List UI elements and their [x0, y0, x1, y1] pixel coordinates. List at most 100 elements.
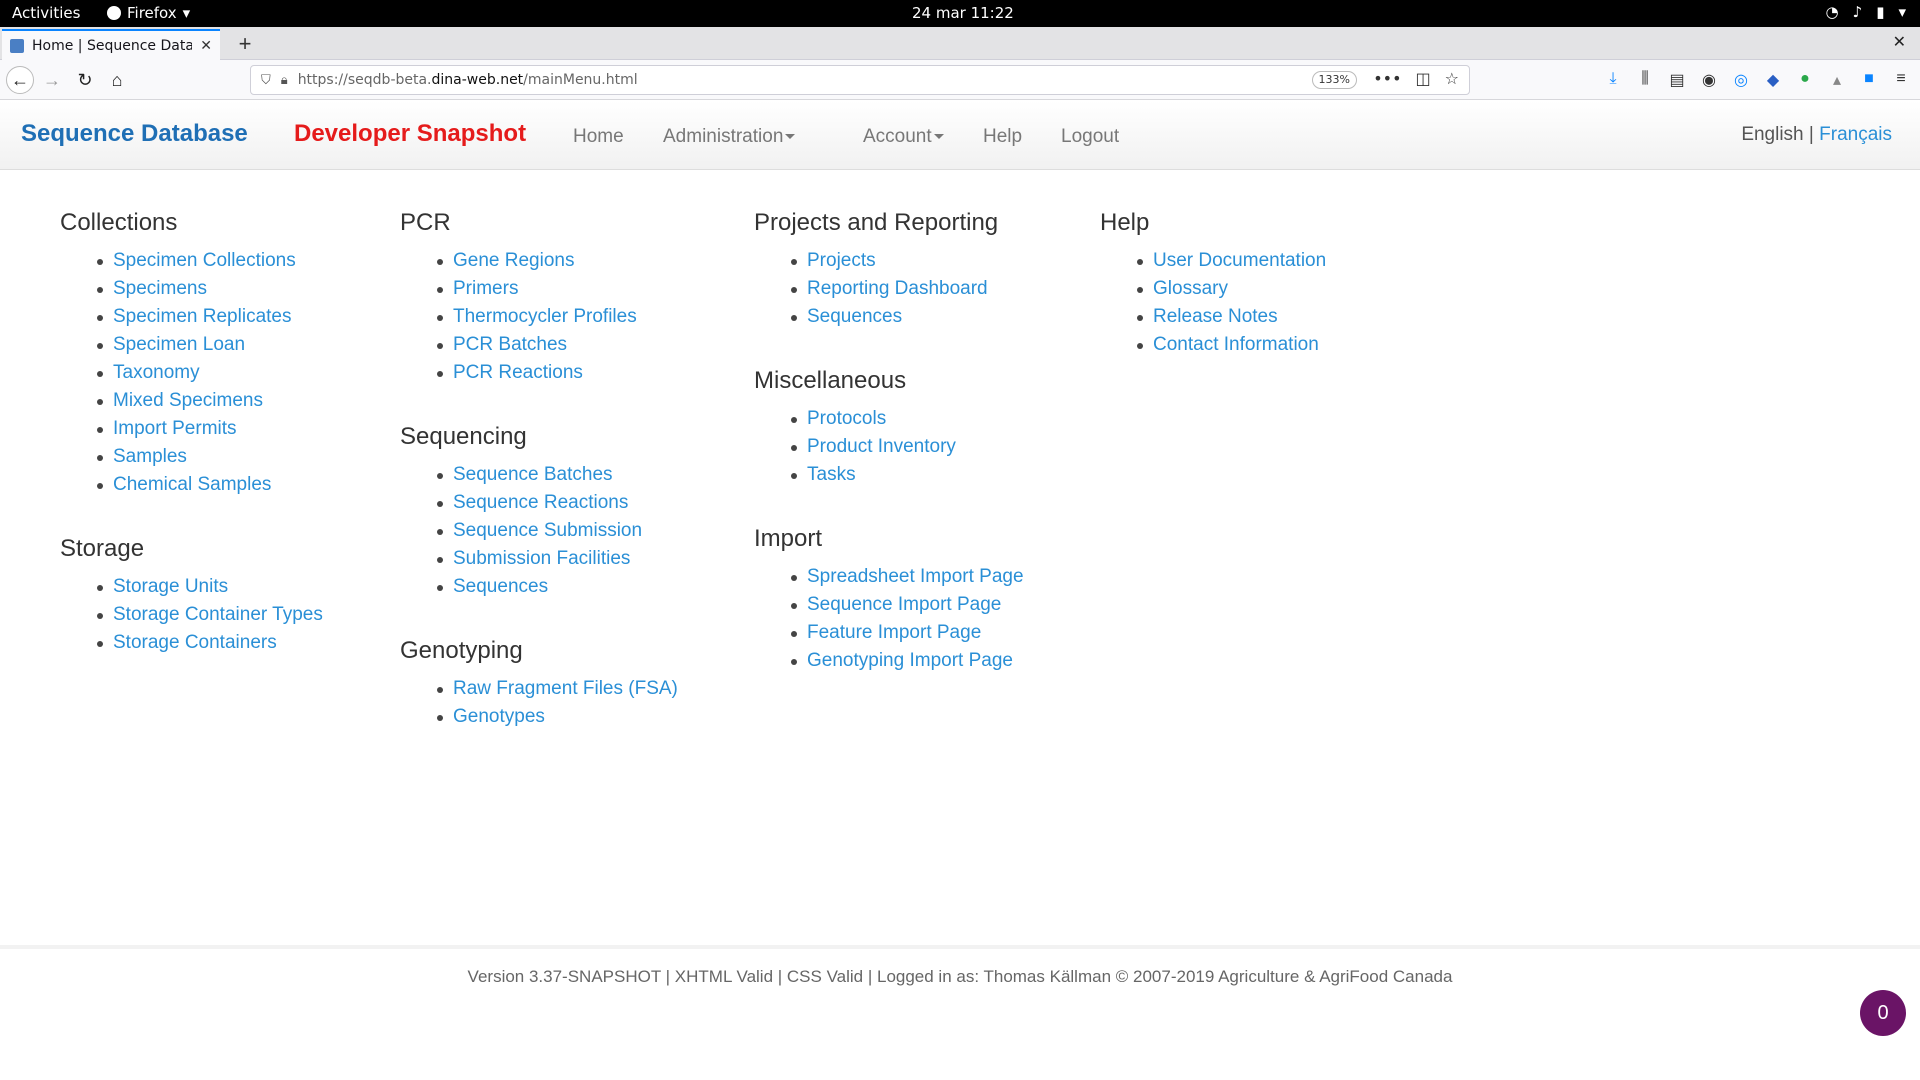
- menu-link[interactable]: Sequence Batches: [437, 461, 678, 489]
- menu-link[interactable]: PCR Batches: [437, 331, 678, 359]
- menu-column-1: Collections Specimen Collections Specime…: [60, 209, 323, 693]
- extension-icon[interactable]: ◆: [1764, 70, 1782, 90]
- menu-link[interactable]: Spreadsheet Import Page: [791, 563, 1024, 591]
- lock-icon[interactable]: 🔒︎: [281, 73, 288, 88]
- system-tray[interactable]: ◔ ♪ ▮ ▾: [1826, 3, 1906, 21]
- lang-francais-link[interactable]: Français: [1819, 124, 1892, 145]
- extension-icon[interactable]: ▴: [1828, 70, 1846, 90]
- section-miscellaneous: Miscellaneous Protocols Product Inventor…: [754, 367, 1024, 489]
- menu-link[interactable]: Sequences: [791, 303, 1024, 331]
- section-title: Help: [1100, 209, 1150, 236]
- menu-link[interactable]: Sequence Import Page: [791, 591, 1024, 619]
- menu-link[interactable]: Import Permits: [97, 415, 323, 443]
- menu-link[interactable]: Product Inventory: [791, 433, 1024, 461]
- caret-down-icon: [933, 134, 944, 140]
- url-bar[interactable]: ⛉ 🔒︎ https://seqdb-beta.dina-web.net/mai…: [250, 65, 1470, 95]
- menu-link[interactable]: Glossary: [1137, 275, 1326, 303]
- chevron-down-icon: ▾: [182, 4, 191, 22]
- extension-icon[interactable]: ◎: [1732, 70, 1750, 90]
- menu-link[interactable]: Projects: [791, 247, 1024, 275]
- window-close-icon[interactable]: ✕: [1893, 32, 1906, 52]
- menu-link[interactable]: Samples: [97, 443, 323, 471]
- forward-button[interactable]: →: [38, 66, 66, 94]
- menu-link[interactable]: Genotypes: [437, 703, 678, 731]
- section-pcr: PCR Gene Regions Primers Thermocycler Pr…: [400, 209, 678, 387]
- section-title: Import: [754, 525, 823, 552]
- tab-strip: Home | Sequence Databa ✕ + ✕: [0, 27, 1920, 60]
- menu-link[interactable]: Specimen Collections: [97, 247, 323, 275]
- menu-link[interactable]: Storage Container Types: [97, 601, 323, 629]
- extension-icon[interactable]: ●: [1796, 70, 1814, 90]
- notification-badge[interactable]: 0: [1860, 990, 1906, 1036]
- nav-home[interactable]: Home: [573, 126, 624, 148]
- section-title: Sequencing: [400, 423, 527, 450]
- section-help: Help User Documentation Glossary Release…: [1100, 209, 1326, 359]
- new-tab-button[interactable]: +: [230, 29, 260, 59]
- menu-link[interactable]: Contact Information: [1137, 331, 1326, 359]
- section-import: Import Spreadsheet Import Page Sequence …: [754, 525, 1024, 675]
- bookmark-star-icon[interactable]: ☆: [1445, 69, 1459, 88]
- account-icon[interactable]: ◉: [1700, 70, 1718, 90]
- menu-icon[interactable]: ≡: [1892, 70, 1910, 90]
- site-favicon-icon: [10, 38, 24, 53]
- wifi-icon: ◔: [1825, 3, 1839, 21]
- reload-button[interactable]: ↻: [71, 66, 99, 94]
- sidebar-icon[interactable]: ▤: [1668, 70, 1686, 90]
- extension-icon[interactable]: ■: [1860, 70, 1878, 90]
- page-actions-icon[interactable]: •••: [1373, 69, 1401, 88]
- section-title: PCR: [400, 209, 451, 236]
- zoom-indicator[interactable]: 133%: [1311, 71, 1357, 89]
- menu-link[interactable]: Submission Facilities: [437, 545, 678, 573]
- activities-button[interactable]: Activities: [12, 4, 80, 22]
- brand-link[interactable]: Sequence Database: [21, 120, 248, 148]
- home-button[interactable]: ⌂: [103, 66, 131, 94]
- section-title: Miscellaneous: [754, 367, 907, 394]
- menu-column-2: PCR Gene Regions Primers Thermocycler Pr…: [400, 209, 678, 767]
- download-icon[interactable]: ⤓: [1604, 70, 1622, 90]
- caret-down-icon: [785, 134, 796, 140]
- menu-link[interactable]: Raw Fragment Files (FSA): [437, 675, 678, 703]
- close-icon[interactable]: ✕: [200, 38, 212, 54]
- url-text[interactable]: https://seqdb-beta.dina-web.net/mainMenu…: [298, 72, 638, 88]
- menu-link[interactable]: Storage Containers: [97, 629, 323, 657]
- menu-link[interactable]: Genotyping Import Page: [791, 647, 1024, 675]
- menu-link[interactable]: Primers: [437, 275, 678, 303]
- app-menu[interactable]: Firefox ▾: [107, 4, 190, 22]
- clock[interactable]: 24 mar 11:22: [912, 4, 1014, 22]
- shield-icon[interactable]: ⛉: [261, 73, 271, 88]
- tab-title: Home | Sequence Databa: [32, 37, 193, 54]
- menu-link[interactable]: Chemical Samples: [97, 471, 323, 499]
- menu-link[interactable]: Feature Import Page: [791, 619, 1024, 647]
- menu-link[interactable]: Release Notes: [1137, 303, 1326, 331]
- snapshot-label: Developer Snapshot: [294, 120, 527, 147]
- menu-link[interactable]: Mixed Specimens: [97, 387, 323, 415]
- section-title: Genotyping: [400, 637, 523, 664]
- menu-link[interactable]: User Documentation: [1137, 247, 1326, 275]
- language-switcher: English | Français: [1741, 124, 1892, 146]
- menu-link[interactable]: Specimen Replicates: [97, 303, 323, 331]
- nav-help[interactable]: Help: [983, 126, 1022, 148]
- menu-link[interactable]: Gene Regions: [437, 247, 678, 275]
- menu-link[interactable]: Sequences: [437, 573, 678, 601]
- nav-account[interactable]: Account: [863, 126, 944, 148]
- section-title: Storage: [60, 535, 145, 562]
- menu-link[interactable]: Storage Units: [97, 573, 323, 601]
- menu-link[interactable]: Specimens: [97, 275, 323, 303]
- section-genotyping: Genotyping Raw Fragment Files (FSA) Geno…: [400, 637, 678, 731]
- menu-link[interactable]: Protocols: [791, 405, 1024, 433]
- menu-link[interactable]: Specimen Loan: [97, 331, 323, 359]
- pocket-icon[interactable]: ◫: [1416, 69, 1431, 88]
- menu-link[interactable]: Reporting Dashboard: [791, 275, 1024, 303]
- menu-link[interactable]: Tasks: [791, 461, 1024, 489]
- browser-tab[interactable]: Home | Sequence Databa ✕: [2, 29, 220, 60]
- back-button[interactable]: ←: [6, 66, 34, 94]
- nav-logout[interactable]: Logout: [1061, 126, 1119, 148]
- nav-administration[interactable]: Administration: [663, 126, 796, 148]
- menu-link[interactable]: Thermocycler Profiles: [437, 303, 678, 331]
- menu-link[interactable]: PCR Reactions: [437, 359, 678, 387]
- menu-link[interactable]: Sequence Submission: [437, 517, 678, 545]
- menu-link[interactable]: Taxonomy: [97, 359, 323, 387]
- library-icon[interactable]: ⫼: [1636, 70, 1654, 90]
- page-footer: Version 3.37-SNAPSHOT | XHTML Valid | CS…: [0, 945, 1920, 1080]
- menu-link[interactable]: Sequence Reactions: [437, 489, 678, 517]
